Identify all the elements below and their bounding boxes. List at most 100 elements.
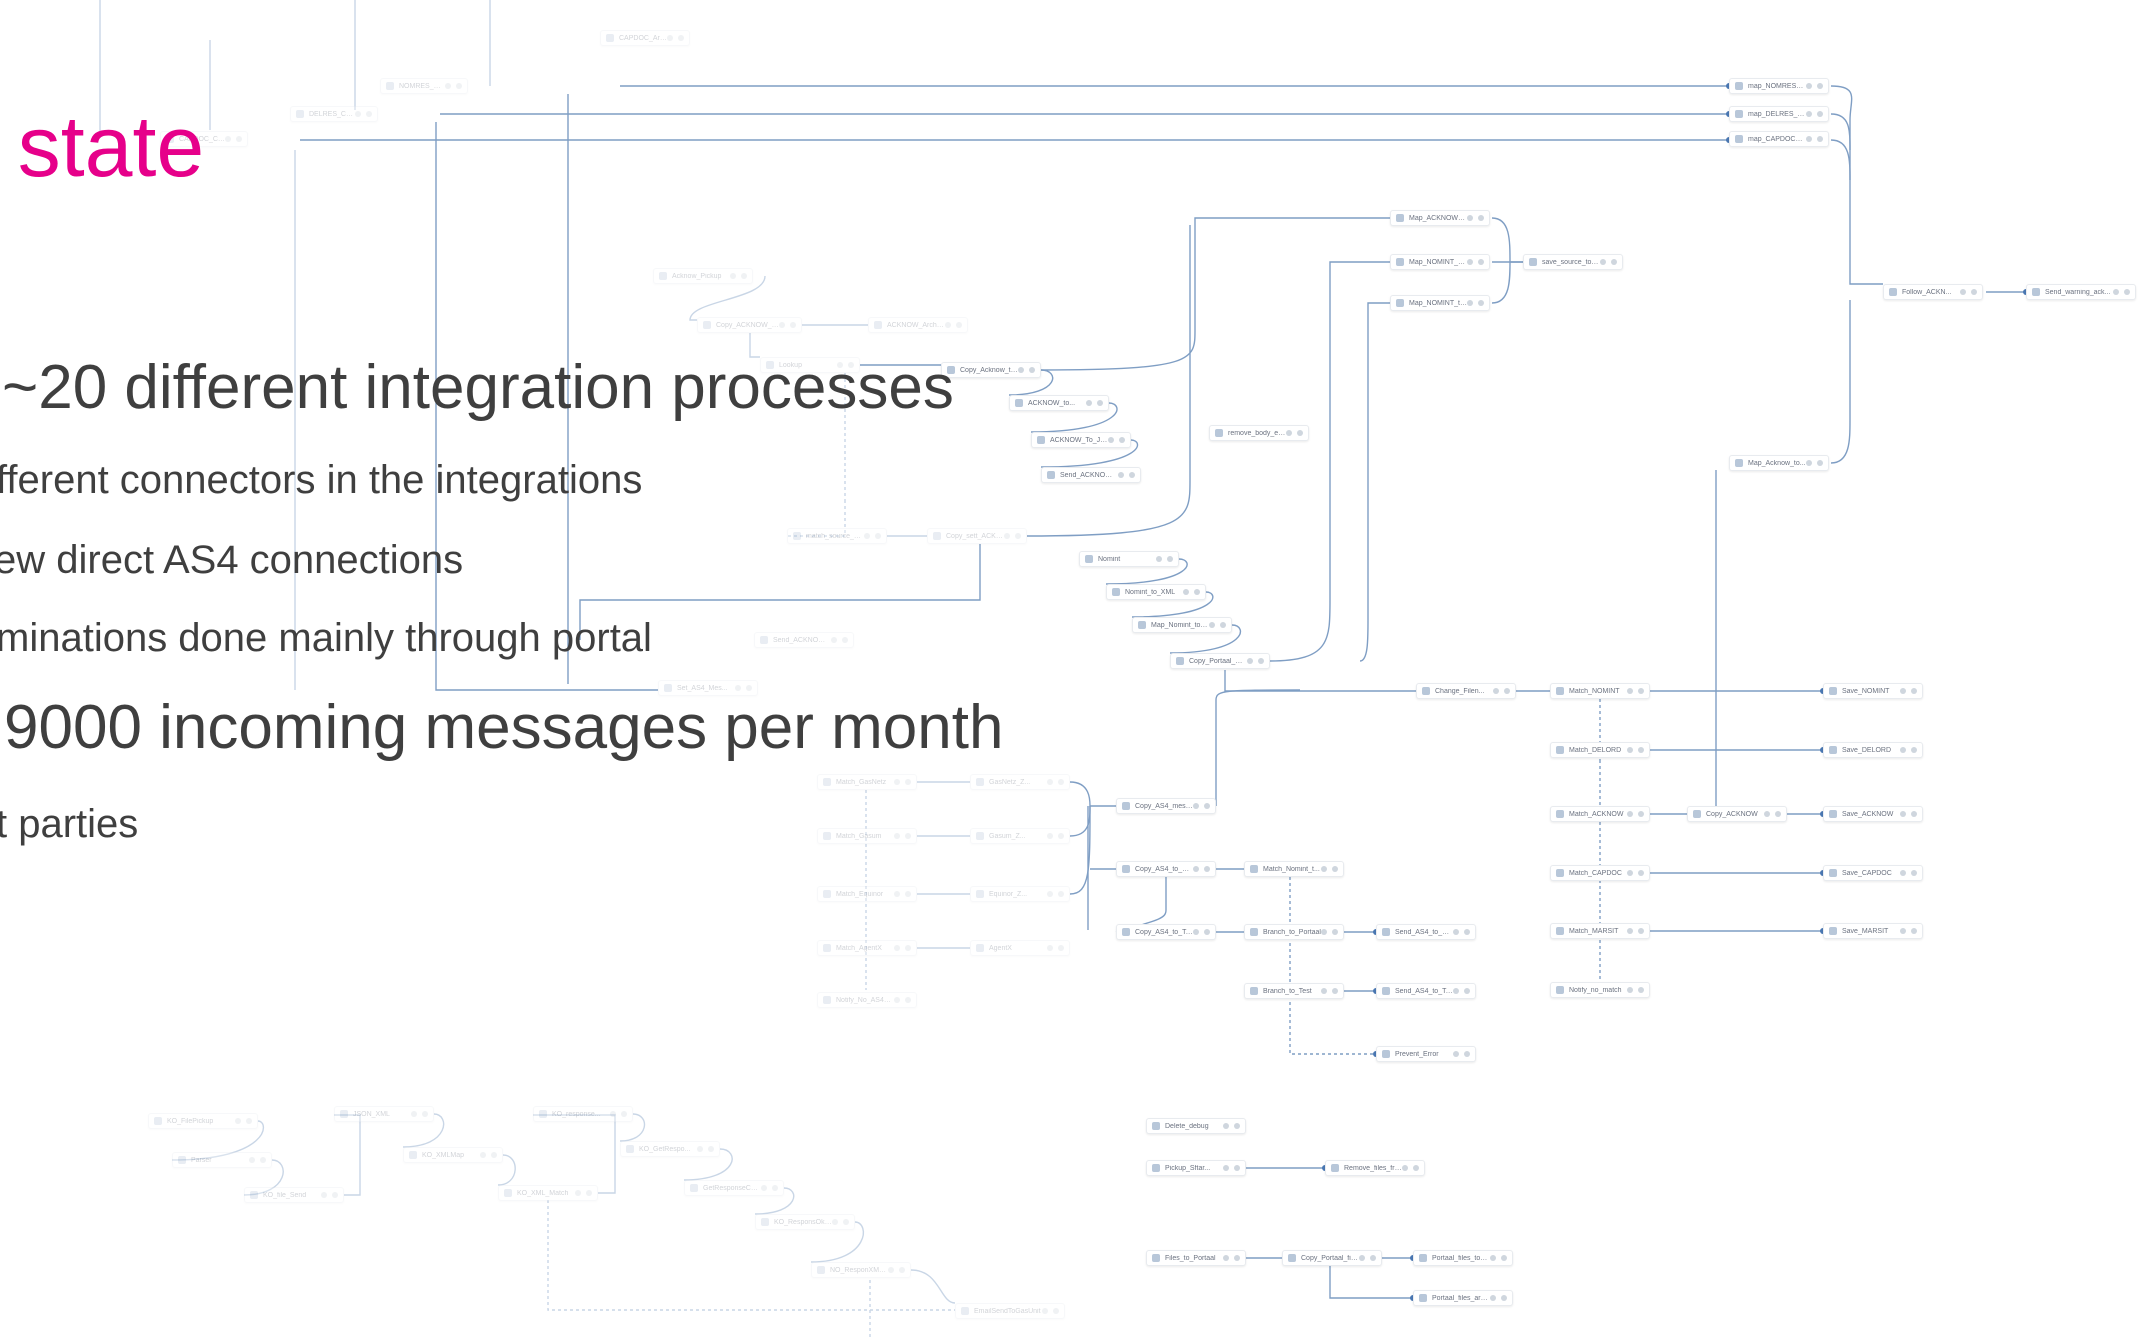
process-node[interactable]: KO_file_Send — [244, 1187, 344, 1203]
process-node[interactable]: map_NOMRES_to... — [1729, 78, 1829, 94]
node-settings-icon[interactable] — [1490, 1295, 1496, 1301]
process-node[interactable]: Nomint_to_XML — [1106, 584, 1206, 600]
node-settings-icon[interactable] — [697, 1146, 703, 1152]
node-toggle-icon[interactable] — [1911, 747, 1917, 753]
node-settings-icon[interactable] — [1453, 929, 1459, 935]
node-toggle-icon[interactable] — [1129, 472, 1135, 478]
node-settings-icon[interactable] — [1047, 833, 1053, 839]
process-node[interactable]: NO_ResponXML... — [811, 1262, 911, 1278]
node-settings-icon[interactable] — [761, 1185, 767, 1191]
node-toggle-icon[interactable] — [1638, 987, 1644, 993]
process-node[interactable]: Match_ACKNOW — [1550, 806, 1650, 822]
node-settings-icon[interactable] — [1042, 1308, 1048, 1314]
node-toggle-icon[interactable] — [1911, 928, 1917, 934]
node-toggle-icon[interactable] — [1332, 988, 1338, 994]
process-node[interactable]: Save_CAPDOC — [1823, 865, 1923, 881]
node-toggle-icon[interactable] — [1234, 1255, 1240, 1261]
node-settings-icon[interactable] — [1004, 533, 1010, 539]
node-settings-icon[interactable] — [1193, 866, 1199, 872]
process-node[interactable]: KO_XMLMap — [403, 1147, 503, 1163]
node-toggle-icon[interactable] — [1911, 870, 1917, 876]
process-node[interactable]: Map_Nomint_to_e... — [1132, 617, 1232, 633]
node-toggle-icon[interactable] — [366, 111, 372, 117]
node-settings-icon[interactable] — [779, 322, 785, 328]
node-settings-icon[interactable] — [1247, 658, 1253, 664]
process-node[interactable]: Portaal_files_archive — [1413, 1290, 1513, 1306]
node-toggle-icon[interactable] — [1464, 988, 1470, 994]
node-toggle-icon[interactable] — [1332, 929, 1338, 935]
node-toggle-icon[interactable] — [1817, 460, 1823, 466]
node-toggle-icon[interactable] — [1817, 83, 1823, 89]
node-settings-icon[interactable] — [735, 685, 741, 691]
process-node[interactable]: Match_Gasum — [817, 828, 917, 844]
node-toggle-icon[interactable] — [1204, 803, 1210, 809]
process-node[interactable]: Remove_files_from... — [1325, 1160, 1425, 1176]
node-settings-icon[interactable] — [1321, 988, 1327, 994]
node-toggle-icon[interactable] — [260, 1157, 266, 1163]
process-node[interactable]: Match_NOMINT — [1550, 683, 1650, 699]
node-toggle-icon[interactable] — [246, 1118, 252, 1124]
node-settings-icon[interactable] — [1018, 367, 1024, 373]
node-settings-icon[interactable] — [1118, 472, 1124, 478]
process-node[interactable]: GetResponseCopy — [684, 1180, 784, 1196]
node-settings-icon[interactable] — [1806, 111, 1812, 117]
node-settings-icon[interactable] — [730, 273, 736, 279]
node-toggle-icon[interactable] — [422, 1111, 428, 1117]
node-toggle-icon[interactable] — [1611, 259, 1617, 265]
node-toggle-icon[interactable] — [843, 1219, 849, 1225]
node-settings-icon[interactable] — [1900, 928, 1906, 934]
node-toggle-icon[interactable] — [1097, 400, 1103, 406]
node-toggle-icon[interactable] — [1501, 1295, 1507, 1301]
node-settings-icon[interactable] — [1467, 215, 1473, 221]
process-node[interactable]: map_DELRES_To... — [1729, 106, 1829, 122]
node-settings-icon[interactable] — [1764, 811, 1770, 817]
process-node[interactable]: Send_ACKNOW_t... — [754, 632, 854, 648]
node-toggle-icon[interactable] — [905, 833, 911, 839]
node-settings-icon[interactable] — [1453, 1051, 1459, 1057]
process-node[interactable]: JSON_XML — [334, 1106, 434, 1122]
node-toggle-icon[interactable] — [1220, 622, 1226, 628]
node-settings-icon[interactable] — [1806, 460, 1812, 466]
node-toggle-icon[interactable] — [1501, 1255, 1507, 1261]
process-node[interactable]: AgentX — [970, 940, 1070, 956]
node-settings-icon[interactable] — [1047, 779, 1053, 785]
node-settings-icon[interactable] — [1209, 622, 1215, 628]
node-toggle-icon[interactable] — [1971, 289, 1977, 295]
node-settings-icon[interactable] — [235, 1118, 241, 1124]
process-node[interactable]: remove_body_ele... — [1209, 425, 1309, 441]
node-settings-icon[interactable] — [480, 1152, 486, 1158]
process-node[interactable]: Delete_debug — [1146, 1118, 1246, 1134]
node-toggle-icon[interactable] — [456, 83, 462, 89]
process-node[interactable]: match_source_sett — [787, 528, 887, 544]
node-toggle-icon[interactable] — [746, 685, 752, 691]
process-node[interactable]: Match_Nomint_t... — [1244, 861, 1344, 877]
process-node[interactable]: Copy_ACKNOW — [1687, 806, 1787, 822]
process-node[interactable]: Portaal_files_to_S3 — [1413, 1250, 1513, 1266]
process-node[interactable]: Save_DELORD — [1823, 742, 1923, 758]
node-toggle-icon[interactable] — [1332, 866, 1338, 872]
process-node[interactable]: Change_Filen... — [1416, 683, 1516, 699]
node-toggle-icon[interactable] — [332, 1192, 338, 1198]
process-node[interactable]: Branch_to_Portaal — [1244, 924, 1344, 940]
process-node[interactable]: Equinor_Z... — [970, 886, 1070, 902]
node-toggle-icon[interactable] — [1053, 1308, 1059, 1314]
node-toggle-icon[interactable] — [905, 779, 911, 785]
process-node[interactable]: Copy_Acknow_to... — [941, 362, 1041, 378]
node-settings-icon[interactable] — [445, 83, 451, 89]
node-settings-icon[interactable] — [1627, 747, 1633, 753]
node-settings-icon[interactable] — [1321, 866, 1327, 872]
process-node[interactable]: GasNetz_Z... — [970, 774, 1070, 790]
node-toggle-icon[interactable] — [1464, 929, 1470, 935]
node-settings-icon[interactable] — [1960, 289, 1966, 295]
node-settings-icon[interactable] — [1223, 1123, 1229, 1129]
node-settings-icon[interactable] — [1900, 688, 1906, 694]
process-node[interactable]: KO_XML_Match — [498, 1185, 598, 1201]
process-node[interactable]: KO_ResponsOkOk... — [755, 1214, 855, 1230]
node-toggle-icon[interactable] — [1015, 533, 1021, 539]
node-toggle-icon[interactable] — [1029, 367, 1035, 373]
node-settings-icon[interactable] — [864, 533, 870, 539]
node-settings-icon[interactable] — [945, 322, 951, 328]
process-node[interactable]: Map_Acknow_to... — [1729, 455, 1829, 471]
node-toggle-icon[interactable] — [1911, 688, 1917, 694]
node-toggle-icon[interactable] — [586, 1190, 592, 1196]
